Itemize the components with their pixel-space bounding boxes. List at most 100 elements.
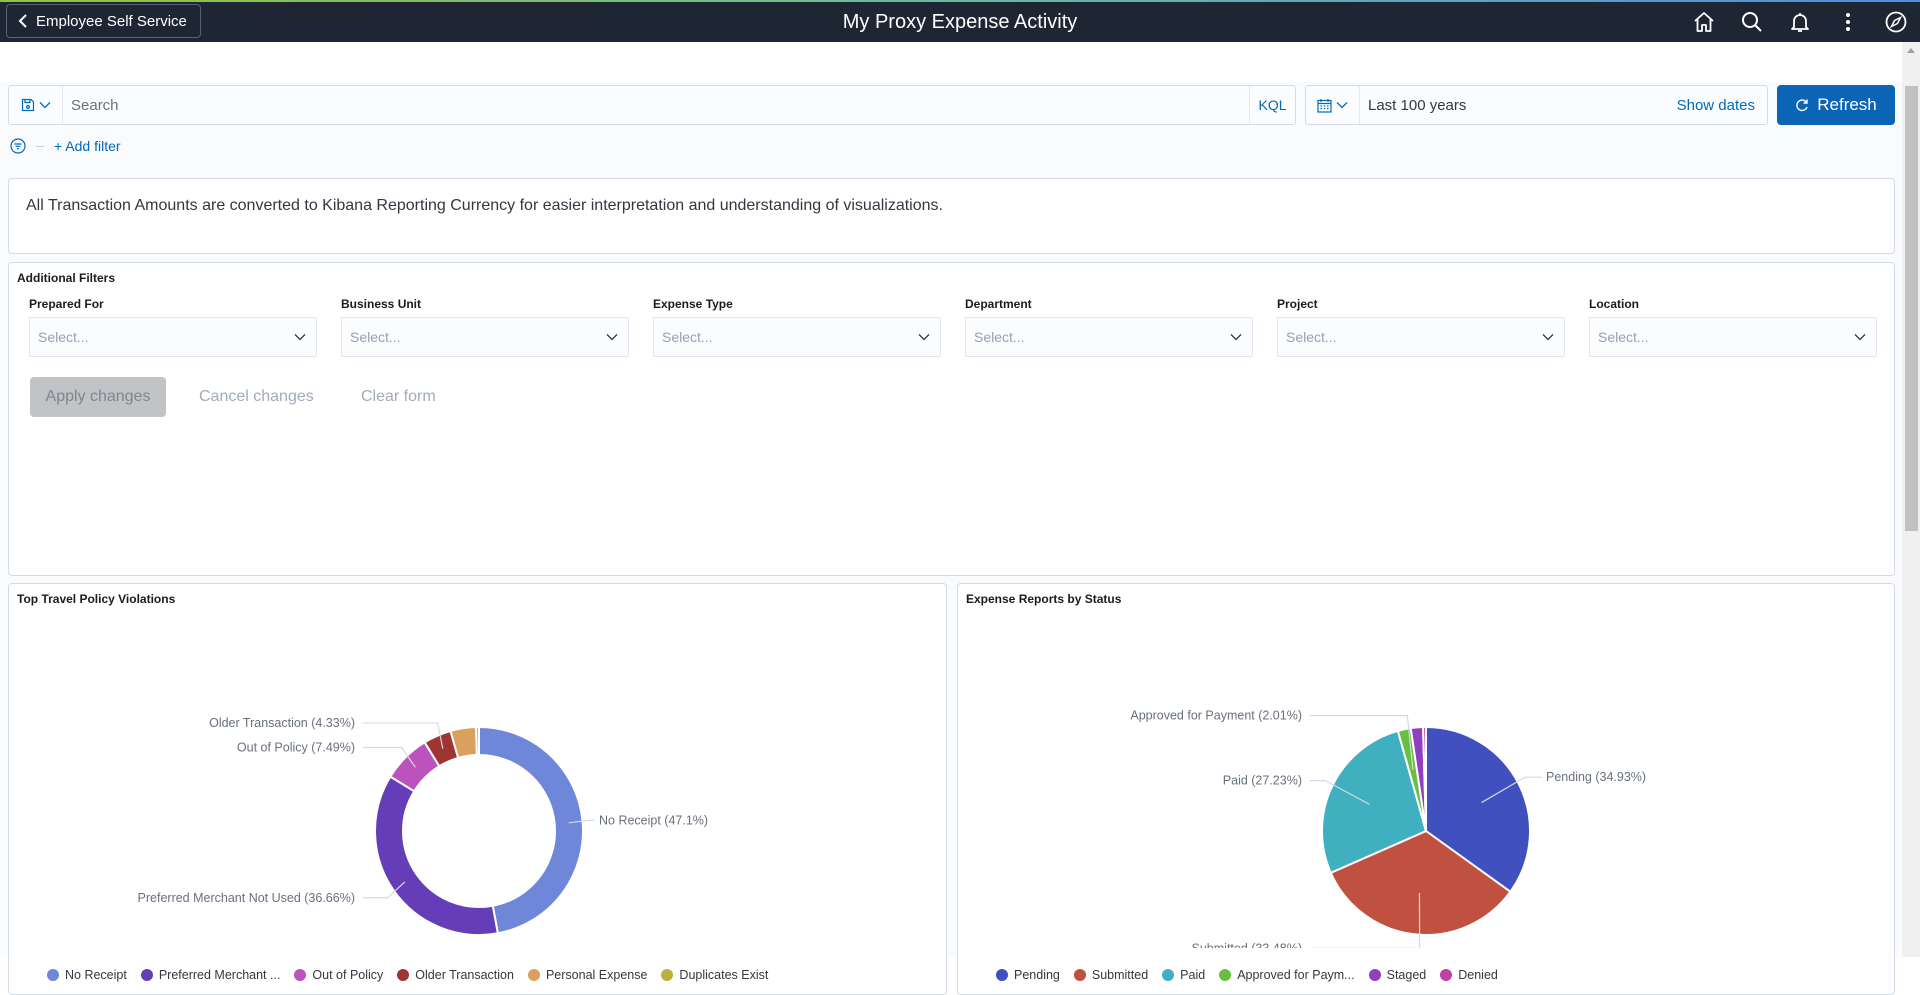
select-placeholder: Select... [350, 329, 401, 345]
add-filter-link[interactable]: + Add filter [54, 138, 121, 154]
legend-item-denied[interactable]: Denied [1440, 968, 1498, 982]
department-select[interactable]: Select... [965, 317, 1253, 357]
prepared-for-select[interactable]: Select... [29, 317, 317, 357]
chevron-down-icon [1230, 334, 1242, 341]
date-range-display[interactable]: Last 100 years [1360, 86, 1677, 124]
more-actions-button[interactable] [1824, 2, 1872, 42]
legend-item-paid[interactable]: Paid [1162, 968, 1205, 982]
slice-label-no-receipt: No Receipt (47.1%) [599, 813, 708, 827]
vertical-scrollbar[interactable] [1902, 42, 1920, 957]
legend-item-approved-for-payment[interactable]: Approved for Paym... [1219, 968, 1355, 982]
filter-expense-type: Expense Type Select... [653, 297, 941, 357]
back-button-label: Employee Self Service [36, 12, 187, 30]
chevron-down-icon [294, 334, 306, 341]
bell-icon [1791, 13, 1809, 32]
legend-swatch [1368, 969, 1381, 981]
apply-changes-button[interactable]: Apply changes [30, 377, 166, 417]
legend-swatch [1162, 969, 1175, 981]
slice-label-pending: Pending (34.93%) [1546, 770, 1646, 784]
legend-label: Submitted [1091, 968, 1149, 982]
chevron-left-icon [18, 14, 27, 28]
legend-label: Out of Policy [312, 968, 384, 982]
top-navigation-bar: Employee Self Service My Proxy Expense A… [0, 2, 1920, 42]
chevron-down-icon [606, 334, 618, 341]
select-placeholder: Select... [662, 329, 713, 345]
save-icon [21, 98, 34, 112]
header-actions [1680, 2, 1920, 42]
scroll-up-arrow[interactable] [1902, 42, 1920, 58]
legend-item-no-receipt[interactable]: No Receipt [47, 968, 127, 982]
filter-row: + Add filter [10, 136, 121, 156]
info-text: All Transaction Amounts are converted to… [26, 197, 943, 214]
cancel-changes-button[interactable]: Cancel changes [199, 377, 314, 417]
scrollbar-thumb[interactable] [1905, 86, 1918, 531]
clear-form-button[interactable]: Clear form [361, 377, 436, 417]
page-title: My Proxy Expense Activity [842, 11, 1078, 33]
saved-query-button[interactable] [9, 86, 63, 124]
chevron-down-icon [1336, 102, 1348, 109]
slice-label-approved-for-payment: Approved for Payment (2.01%) [1130, 709, 1302, 723]
location-select[interactable]: Select... [1589, 317, 1877, 357]
navigator-button[interactable] [1872, 2, 1920, 42]
quick-date-menu-button[interactable] [1306, 86, 1360, 124]
search-icon [1742, 12, 1762, 32]
query-language-button[interactable]: KQL [1249, 86, 1295, 124]
filter-label: Project [1277, 297, 1318, 311]
home-button[interactable] [1680, 2, 1728, 42]
legend-label: Duplicates Exist [679, 968, 769, 982]
content-top-band [0, 42, 1902, 82]
filter-label: Department [965, 297, 1032, 311]
refresh-icon [1796, 99, 1808, 112]
legend-item-out-of-policy[interactable]: Out of Policy [294, 968, 383, 982]
chart-legend: No Receipt Preferred Merchant ... Out of P… [47, 968, 782, 982]
legend-label: Approved for Paym... [1237, 968, 1355, 982]
expense-type-select[interactable]: Select... [653, 317, 941, 357]
legend-item-submitted[interactable]: Submitted [1073, 968, 1149, 982]
business-unit-select[interactable]: Select... [341, 317, 629, 357]
legend-label: Pending [1014, 968, 1060, 982]
filter-options-icon[interactable] [10, 138, 26, 154]
legend-item-duplicates-exist[interactable]: Duplicates Exist [661, 968, 768, 982]
legend-label: Preferred Merchant ... [158, 968, 281, 982]
more-vertical-icon [1846, 13, 1850, 31]
legend-item-preferred-merchant-not-used[interactable]: Preferred Merchant ... [140, 968, 281, 982]
search-input[interactable] [63, 86, 1249, 124]
legend-swatch [1440, 969, 1453, 981]
legend-label: Older Transaction [415, 968, 514, 982]
dashboard-content: KQL Last 100 years Show dates Refresh + … [0, 42, 1902, 995]
notifications-button[interactable] [1776, 2, 1824, 42]
legend-label: Paid [1180, 968, 1206, 982]
select-placeholder: Select... [38, 329, 89, 345]
legend-swatch [47, 969, 59, 981]
legend-label: Staged [1386, 968, 1427, 982]
legend-swatch [527, 969, 540, 981]
slice-duplicates-exist[interactable] [475, 725, 480, 757]
legend-item-staged[interactable]: Staged [1368, 968, 1427, 982]
slice-label-older-transaction: Older Transaction (4.33%) [209, 716, 355, 730]
chart-title: Top Travel Policy Violations [17, 592, 176, 606]
search-button[interactable] [1728, 2, 1776, 42]
legend-item-older-transaction[interactable]: Older Transaction [397, 968, 514, 982]
slice-preferred-merchant-not-used[interactable] [374, 775, 500, 936]
additional-filters-panel: Additional Filters Prepared For Select..… [8, 262, 1895, 576]
slice-label-preferred-merchant-not-used: Preferred Merchant Not Used (36.66%) [138, 891, 355, 905]
legend-swatch [140, 969, 153, 981]
slice-label-submitted: Submitted (33.48%) [1192, 941, 1302, 948]
legend-swatch [996, 969, 1008, 981]
refresh-button[interactable]: Refresh [1777, 85, 1895, 125]
chevron-down-icon [1542, 334, 1554, 341]
legend-item-personal-expense[interactable]: Personal Expense [527, 968, 647, 982]
filter-label: Prepared For [29, 297, 104, 311]
expense-status-panel: Expense Reports by Status Pending (34.93… [957, 583, 1895, 995]
chart-legend: Pending Submitted Paid Approved for Paym...… [996, 968, 1512, 982]
show-dates-link[interactable]: Show dates [1677, 86, 1767, 124]
filter-label: Expense Type [653, 297, 733, 311]
chevron-down-icon [39, 102, 50, 109]
back-button[interactable]: Employee Self Service [6, 4, 201, 38]
legend-label: No Receipt [65, 968, 127, 982]
chevron-down-icon [918, 334, 930, 341]
project-select[interactable]: Select... [1277, 317, 1565, 357]
slice-no-receipt[interactable] [478, 725, 584, 935]
filter-label: Location [1589, 297, 1639, 311]
legend-item-pending[interactable]: Pending [996, 968, 1060, 982]
